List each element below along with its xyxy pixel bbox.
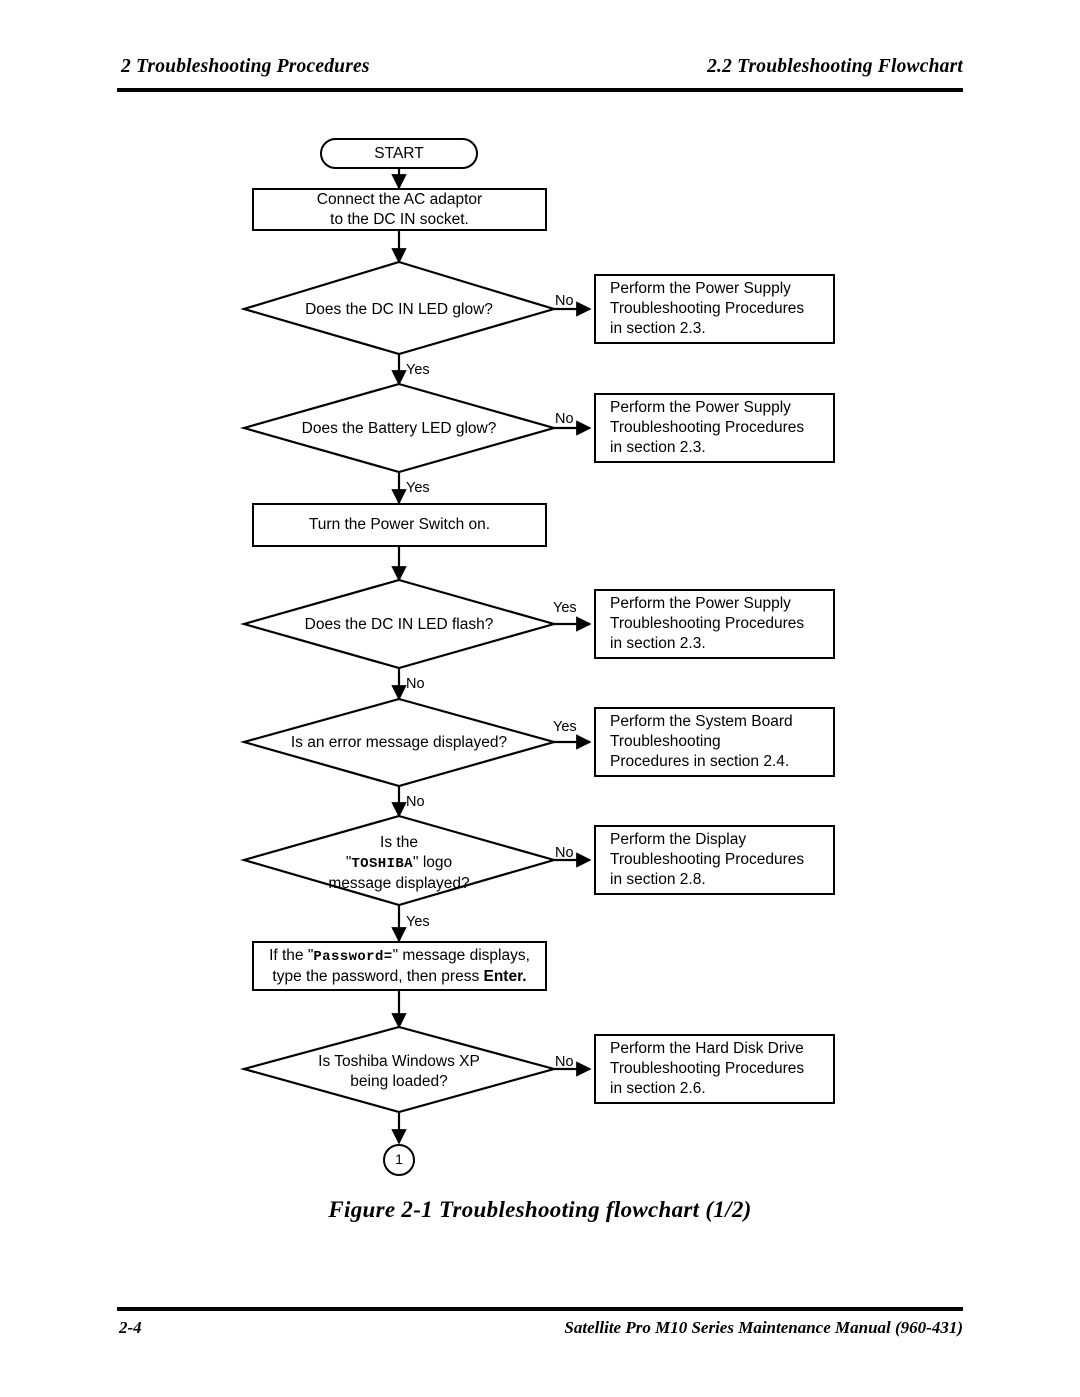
hard-disk-line3: in section 2.6. bbox=[610, 1079, 706, 1097]
power-supply-3-line3: in section 2.3. bbox=[610, 634, 706, 652]
edge-label-dcin-flash-no: No bbox=[406, 676, 425, 692]
password-token: Password= bbox=[313, 948, 393, 965]
system-board-line3: Procedures in section 2.4. bbox=[610, 752, 790, 770]
troubleshooting-flowchart: START Connect the AC adaptor to the DC I… bbox=[0, 0, 1080, 1397]
footer-rule bbox=[117, 1307, 963, 1311]
password-line1-prefix: If the " bbox=[269, 946, 314, 964]
system-board-line2: Troubleshooting bbox=[610, 733, 721, 751]
display-line1: Perform the Display bbox=[610, 831, 747, 849]
figure-caption: Figure 2-1 Troubleshooting flowchart (1/… bbox=[328, 1197, 752, 1222]
password-line2: type the password, then press Enter. bbox=[269, 967, 530, 987]
flow-process-connect-ac-adaptor[interactable]: Connect the AC adaptor to the DC IN sock… bbox=[252, 188, 547, 231]
edge-label-error-message-no: No bbox=[406, 794, 425, 810]
power-switch-label: Turn the Power Switch on. bbox=[308, 516, 491, 534]
power-supply-3-line1: Perform the Power Supply bbox=[610, 595, 791, 613]
power-supply-2-line3: in section 2.3. bbox=[610, 438, 706, 456]
power-supply-1-line3: in section 2.3. bbox=[610, 319, 706, 337]
hard-disk-line2: Troubleshooting Procedures bbox=[610, 1060, 805, 1078]
flow-process-turn-power-switch-on[interactable]: Turn the Power Switch on. bbox=[252, 503, 547, 547]
flow-result-power-supply-1[interactable]: Perform the Power Supply Troubleshooting… bbox=[594, 274, 835, 344]
footer-manual-title: Satellite Pro M10 Series Maintenance Man… bbox=[564, 1318, 963, 1337]
power-supply-1-line2: Troubleshooting Procedures bbox=[610, 300, 805, 318]
flow-result-power-supply-3[interactable]: Perform the Power Supply Troubleshooting… bbox=[594, 589, 835, 659]
display-line2: Troubleshooting Procedures bbox=[610, 851, 805, 869]
connect-ac-line1: Connect the AC adaptor bbox=[316, 190, 483, 208]
power-supply-3-line2: Troubleshooting Procedures bbox=[610, 615, 805, 633]
edge-label-battery-glow-no: No bbox=[555, 411, 574, 427]
flow-offpage-connector-1[interactable]: 1 bbox=[383, 1144, 415, 1176]
password-line1: If the "Password=" message displays, bbox=[269, 946, 530, 967]
power-supply-2-line1: Perform the Power Supply bbox=[610, 399, 791, 417]
edge-label-dcin-flash-yes: Yes bbox=[553, 600, 577, 616]
edge-label-dcin-glow-yes: Yes bbox=[406, 362, 430, 378]
edge-label-battery-glow-yes: Yes bbox=[406, 480, 430, 496]
footer-page-number: 2-4 bbox=[119, 1318, 142, 1337]
system-board-line1: Perform the System Board bbox=[610, 713, 793, 731]
flow-result-hard-disk-drive[interactable]: Perform the Hard Disk Drive Troubleshoot… bbox=[594, 1034, 835, 1104]
display-line3: in section 2.8. bbox=[610, 870, 706, 888]
flow-start-label: START bbox=[374, 144, 424, 162]
password-line2-prefix: type the password, then press bbox=[272, 967, 484, 985]
edge-label-toshiba-logo-no: No bbox=[555, 845, 574, 861]
edge-label-toshiba-logo-yes: Yes bbox=[406, 914, 430, 930]
offpage-connector-label: 1 bbox=[395, 1151, 403, 1168]
flow-start-terminator[interactable]: START bbox=[320, 138, 478, 169]
enter-key-label: Enter. bbox=[483, 967, 527, 985]
flow-result-system-board[interactable]: Perform the System Board Troubleshooting… bbox=[594, 707, 835, 777]
flow-result-power-supply-2[interactable]: Perform the Power Supply Troubleshooting… bbox=[594, 393, 835, 463]
connect-ac-line2: to the DC IN socket. bbox=[330, 210, 469, 228]
power-supply-2-line2: Troubleshooting Procedures bbox=[610, 419, 805, 437]
page-footer: 2-4 Satellite Pro M10 Series Maintenance… bbox=[117, 1318, 963, 1348]
flow-process-password-entry[interactable]: If the "Password=" message displays, typ… bbox=[252, 941, 547, 991]
hard-disk-line1: Perform the Hard Disk Drive bbox=[610, 1040, 804, 1058]
password-line1-suffix: " message displays, bbox=[392, 946, 530, 964]
power-supply-1-line1: Perform the Power Supply bbox=[610, 280, 791, 298]
edge-label-dcin-glow-no: No bbox=[555, 293, 574, 309]
flow-result-display[interactable]: Perform the Display Troubleshooting Proc… bbox=[594, 825, 835, 895]
edge-label-windows-xp-no: No bbox=[555, 1054, 574, 1070]
edge-label-error-message-yes: Yes bbox=[553, 719, 577, 735]
